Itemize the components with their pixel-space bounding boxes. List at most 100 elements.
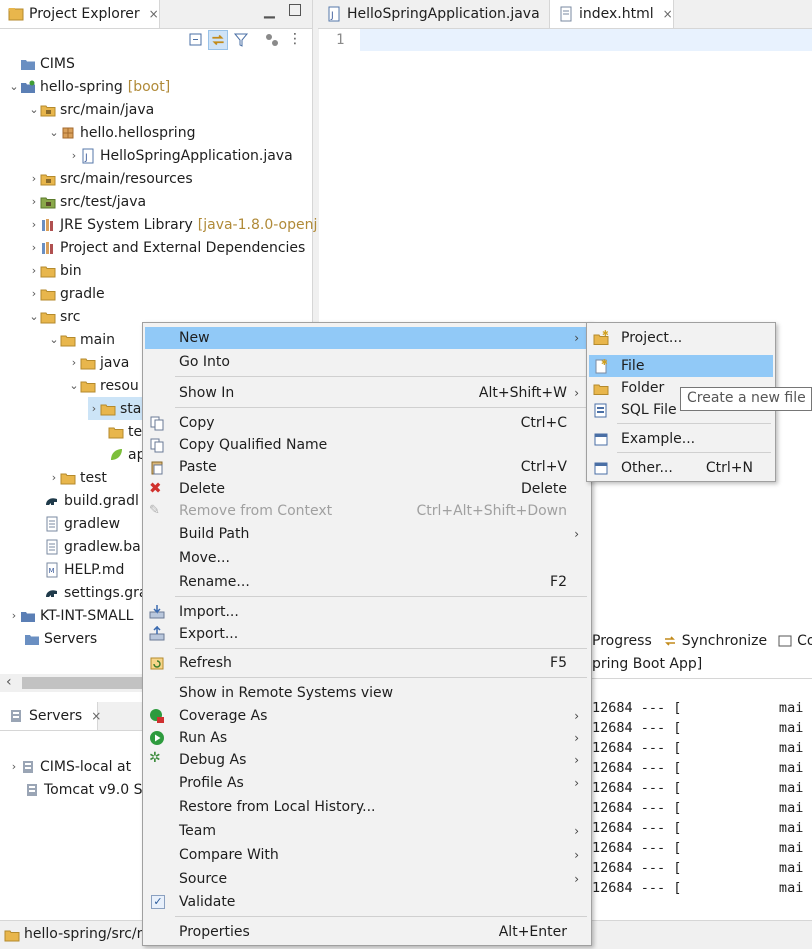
link-with-editor-icon[interactable] xyxy=(208,30,228,50)
menu-item-go-into[interactable]: Go Into xyxy=(145,351,589,373)
menu-item-delete[interactable]: ✖ Delete Delete xyxy=(145,478,589,500)
menu-item-coverage-as[interactable]: Coverage As › xyxy=(145,705,589,727)
menu-item-validate[interactable]: ✓ Validate xyxy=(145,891,589,913)
chevron-down-icon[interactable]: ⌄ xyxy=(28,310,40,323)
filter-icon[interactable] xyxy=(233,32,249,52)
submenu-item-other[interactable]: Other... Ctrl+N xyxy=(589,457,773,479)
tree-item-java-file[interactable]: › J HelloSpringApplication.java xyxy=(68,144,293,167)
menu-item-profile-as[interactable]: Profile As › xyxy=(145,772,589,794)
menu-accelerator: Alt+Enter xyxy=(498,924,567,940)
tree-item-cims[interactable]: CIMS xyxy=(8,52,75,75)
view-menu-icon[interactable]: ⋮ xyxy=(288,31,302,47)
menu-item-debug-as[interactable]: ✲ Debug As › xyxy=(145,749,589,771)
tab-index-html[interactable]: index.html × xyxy=(550,0,674,28)
tree-item-settings-gradle[interactable]: settings.gra xyxy=(44,581,148,604)
collapse-all-icon[interactable] xyxy=(188,32,204,52)
tab-synchronize[interactable]: Synchronize xyxy=(682,633,767,649)
menu-item-run-as[interactable]: Run As › xyxy=(145,727,589,749)
menu-label: Import... xyxy=(179,604,239,620)
chevron-right-icon[interactable]: › xyxy=(48,471,60,484)
chevron-down-icon[interactable]: ⌄ xyxy=(48,126,60,139)
submenu-item-project[interactable]: ✱ Project... xyxy=(589,327,773,349)
chevron-down-icon[interactable]: ⌄ xyxy=(8,80,20,93)
menu-item-import[interactable]: Import... xyxy=(145,601,589,623)
chevron-right-icon[interactable]: › xyxy=(28,287,40,300)
submenu-item-example[interactable]: Example... xyxy=(589,428,773,450)
chevron-right-icon[interactable]: › xyxy=(28,241,40,254)
tree-item-src[interactable]: ⌄ src xyxy=(28,305,80,328)
tree-item-src-main-resources[interactable]: › src/main/resources xyxy=(28,167,193,190)
menu-item-export[interactable]: Export... xyxy=(145,623,589,645)
tree-item-build-gradle[interactable]: build.gradl xyxy=(44,489,139,512)
menu-item-build-path[interactable]: Build Path › xyxy=(145,523,589,545)
server-item-tomcat[interactable]: Tomcat v9.0 S xyxy=(24,778,142,801)
focus-icon[interactable] xyxy=(264,32,280,52)
menu-label: Team xyxy=(179,823,217,839)
menu-item-refresh[interactable]: Refresh F5 xyxy=(145,652,589,674)
chevron-right-icon[interactable]: › xyxy=(28,218,40,231)
tree-item-gradlew-bat[interactable]: gradlew.ba xyxy=(44,535,141,558)
tree-item-hello-spring[interactable]: ⌄ hello-spring [boot] xyxy=(8,75,170,98)
tree-item-kt-int-small[interactable]: › KT-INT-SMALL xyxy=(8,604,134,627)
minimize-icon[interactable]: ▁ xyxy=(264,3,275,19)
tree-label: Project and External Dependencies xyxy=(60,239,306,256)
tree-item-static[interactable]: › sta xyxy=(88,397,148,420)
menu-item-team[interactable]: Team › xyxy=(145,820,589,842)
chevron-right-icon[interactable]: › xyxy=(68,356,80,369)
menu-item-move[interactable]: Move... xyxy=(145,547,589,569)
tree-item-help-md[interactable]: M HELP.md xyxy=(44,558,124,581)
submenu-item-file[interactable]: ✱ File xyxy=(589,355,773,377)
chevron-right-icon[interactable]: › xyxy=(28,172,40,185)
chevron-down-icon[interactable]: ⌄ xyxy=(48,333,60,346)
chevron-right-icon[interactable]: › xyxy=(68,149,80,162)
tree-item-gradlew[interactable]: gradlew xyxy=(44,512,120,535)
tree-item-main[interactable]: ⌄ main xyxy=(48,328,115,351)
chevron-down-icon[interactable]: ⌄ xyxy=(68,379,80,392)
chevron-right-icon[interactable]: › xyxy=(8,609,20,622)
tab-servers[interactable]: Servers × xyxy=(0,702,101,730)
tree-item-src-main-java[interactable]: ⌄ src/main/java xyxy=(28,98,154,121)
tree-item-package[interactable]: ⌄ hello.hellospring xyxy=(48,121,195,144)
close-icon[interactable]: × xyxy=(91,709,101,723)
scroll-left-icon[interactable]: ‹ xyxy=(6,674,12,690)
chevron-right-icon[interactable]: › xyxy=(8,760,20,773)
tree-item-bin[interactable]: › bin xyxy=(28,259,82,282)
tree-item-src-test-java[interactable]: › src/test/java xyxy=(28,190,146,213)
maximize-icon[interactable] xyxy=(289,4,301,16)
menu-item-remove-from-context[interactable]: ✎ Remove from Context Ctrl+Alt+Shift+Dow… xyxy=(145,500,589,522)
tab-progress[interactable]: Progress xyxy=(592,633,652,649)
tree-item-resources[interactable]: ⌄ resou xyxy=(68,374,138,397)
tree-item-gradle[interactable]: › gradle xyxy=(28,282,105,305)
menu-item-properties[interactable]: Properties Alt+Enter xyxy=(145,921,589,943)
menu-item-restore-history[interactable]: Restore from Local History... xyxy=(145,796,589,818)
chevron-down-icon[interactable]: ⌄ xyxy=(28,103,40,116)
tree-item-templates[interactable]: te xyxy=(108,420,142,443)
menu-item-source[interactable]: Source › xyxy=(145,868,589,890)
menu-item-compare-with[interactable]: Compare With › xyxy=(145,844,589,866)
server-item-cims[interactable]: › CIMS-local at xyxy=(8,755,131,778)
menu-item-copy-qualified-name[interactable]: Copy Qualified Name xyxy=(145,434,589,456)
tree-item-java[interactable]: › java xyxy=(68,351,130,374)
tree-item-servers[interactable]: Servers xyxy=(24,627,97,650)
tree-item-jre[interactable]: › JRE System Library [java-1.8.0-openj xyxy=(28,213,318,236)
tree-item-dependencies[interactable]: › Project and External Dependencies xyxy=(28,236,306,259)
close-icon[interactable]: × xyxy=(149,7,159,21)
chevron-right-icon[interactable]: › xyxy=(28,264,40,277)
menu-item-paste[interactable]: Paste Ctrl+V xyxy=(145,456,589,478)
chevron-right-icon[interactable]: › xyxy=(88,402,100,415)
submenu-arrow-icon: › xyxy=(574,731,579,745)
tab-project-explorer[interactable]: Project Explorer × xyxy=(0,0,160,28)
chevron-right-icon[interactable]: › xyxy=(28,195,40,208)
menu-item-show-remote[interactable]: Show in Remote Systems view xyxy=(145,682,589,704)
tree-item-application-properties[interactable]: ap xyxy=(108,443,145,466)
tab-hello-spring-application[interactable]: J HelloSpringApplication.java xyxy=(318,0,550,28)
menu-item-show-in[interactable]: Show In Alt+Shift+W › xyxy=(145,382,589,404)
menu-item-copy[interactable]: Copy Ctrl+C xyxy=(145,412,589,434)
close-icon[interactable]: × xyxy=(663,7,673,21)
sql-file-icon xyxy=(593,402,609,422)
editor-tabstrip: J HelloSpringApplication.java index.html… xyxy=(318,0,812,29)
menu-item-rename[interactable]: Rename... F2 xyxy=(145,571,589,593)
menu-item-new[interactable]: New › xyxy=(145,327,589,349)
tree-item-test[interactable]: › test xyxy=(48,466,107,489)
tab-console[interactable]: Co xyxy=(797,633,812,649)
